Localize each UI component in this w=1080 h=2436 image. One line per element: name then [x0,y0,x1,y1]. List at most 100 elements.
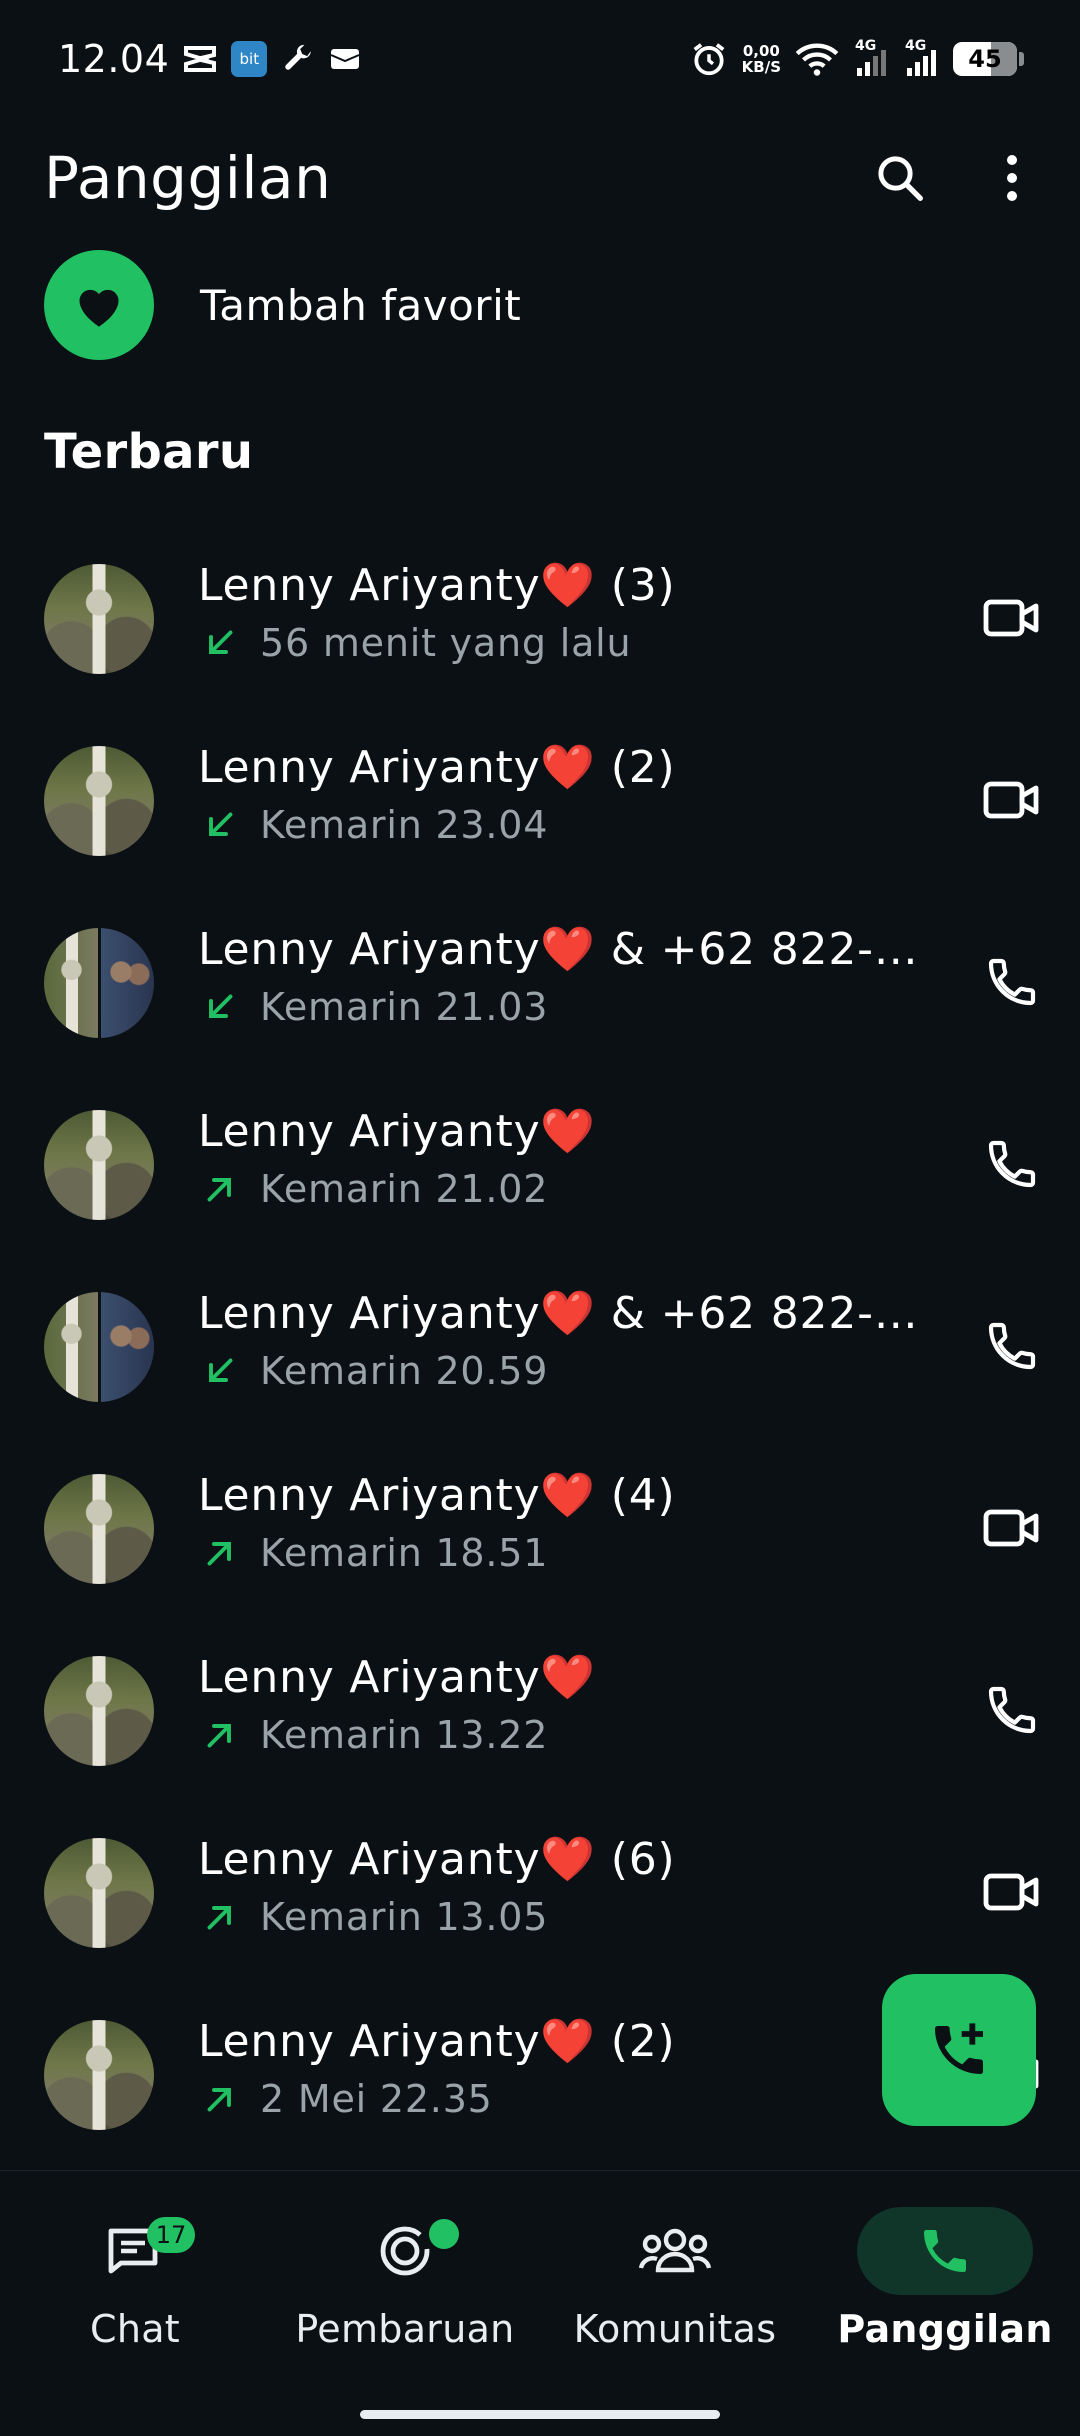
call-name-suffix: (3) [596,560,676,611]
search-button[interactable] [864,142,936,214]
call-row[interactable]: Lenny Ariyanty❤️ (6) Kemarin 13.05 [0,1802,1080,1984]
communities-icon [638,2228,712,2273]
wifi-icon [795,41,839,77]
signal-sim1-icon: 4G [853,38,889,78]
voice-call-button[interactable] [972,1306,1052,1386]
add-favorite-row[interactable]: Tambah favorit [44,250,521,360]
capcut-icon [183,44,217,74]
status-time: 12.04 [58,37,170,81]
call-contact-name: Lenny Ariyanty❤️ & +62 822-8... [198,922,918,978]
call-row[interactable]: Lenny Ariyanty❤️ & +62 822-8... Kemarin 2… [0,892,1080,1074]
updates-icon [380,2226,430,2276]
page-title: Panggilan [44,144,332,212]
contact-avatar[interactable] [44,1474,154,1584]
video-call-button[interactable] [972,578,1052,658]
group-avatar[interactable] [44,928,154,1038]
heart-icon [79,289,119,327]
call-text: Lenny Ariyanty❤️ (3) 56 menit yang lalu [198,558,918,668]
call-name-suffix: (2) [596,742,676,793]
nav-chat[interactable]: 17 Chat [0,2171,270,2371]
incoming-arrow-icon [198,803,242,847]
add-favorite-label: Tambah favorit [200,280,522,330]
more-options-button[interactable] [976,142,1048,214]
call-contact-name: Lenny Ariyanty❤️ (2) [198,2014,918,2070]
header-actions [864,142,1048,214]
call-meta: Kemarin 23.04 [198,800,918,850]
call-meta: Kemarin 13.05 [198,1892,918,1942]
red-heart-emoji: ❤️ [540,1834,596,1885]
call-name-suffix: (2) [596,2016,676,2067]
contact-name: Lenny Ariyanty [198,1652,541,1703]
contact-name: Lenny Ariyanty [198,1288,541,1339]
video-call-icon [983,1509,1039,1547]
red-heart-emoji: ❤️ [540,1652,596,1703]
call-time: Kemarin 21.03 [260,985,549,1029]
call-contact-name: Lenny Ariyanty❤️ (3) [198,558,918,614]
contact-avatar[interactable] [44,1110,154,1220]
status-bar-left: 12.04 bit [58,37,361,81]
call-row[interactable]: Lenny Ariyanty❤️ (2) Kemarin 23.04 [0,710,1080,892]
call-contact-name: Lenny Ariyanty❤️ [198,1104,918,1160]
contact-name: Lenny Ariyanty [198,742,541,793]
incoming-arrow-icon [198,985,242,1029]
favorite-avatar [44,250,154,360]
search-icon [878,156,923,201]
add-call-icon [935,2023,983,2074]
nav-updates[interactable]: Pembaruan [270,2171,540,2371]
contact-name: Lenny Ariyanty [198,1834,541,1885]
app-header: Panggilan [0,118,1080,238]
call-contact-name: Lenny Ariyanty❤️ (6) [198,1832,918,1888]
video-call-icon [983,599,1039,637]
group-avatar[interactable] [44,1292,154,1402]
status-bar-right: 0,00 KB/S 4G 4G 45 [690,38,1024,78]
call-contact-name: Lenny Ariyanty❤️ (2) [198,740,918,796]
call-row[interactable]: Lenny Ariyanty❤️ Kemarin 13.22 [0,1620,1080,1802]
call-time: Kemarin 21.02 [260,1167,549,1211]
call-text: Lenny Ariyanty❤️ & +62 822-8... Kemarin 2… [198,922,918,1032]
nav-communities[interactable]: Komunitas [540,2171,810,2371]
call-row[interactable]: Lenny Ariyanty❤️ (3) 56 menit yang lalu [0,528,1080,710]
video-call-button[interactable] [972,1852,1052,1932]
call-row[interactable]: Lenny Ariyanty❤️ Kemarin 21.02 [0,1074,1080,1256]
message-notification-icon [329,45,361,73]
call-name-suffix: & +62 822-8... [596,1288,918,1339]
video-call-icon [983,781,1039,819]
voice-call-button[interactable] [972,942,1052,1022]
call-time: Kemarin 23.04 [260,803,549,847]
nav-calls[interactable]: Panggilan [810,2171,1080,2371]
call-time: 2 Mei 22.35 [260,2077,493,2121]
contact-avatar[interactable] [44,1656,154,1766]
voice-call-icon [988,1322,1036,1370]
call-text: Lenny Ariyanty❤️ (4) Kemarin 18.51 [198,1468,918,1578]
call-contact-name: Lenny Ariyanty❤️ & +62 822-8... [198,1286,918,1342]
contact-name: Lenny Ariyanty [198,560,541,611]
contact-avatar[interactable] [44,2020,154,2130]
call-time: Kemarin 13.05 [260,1895,549,1939]
new-call-button[interactable] [882,1974,1036,2126]
contact-name: Lenny Ariyanty [198,2016,541,2067]
alarm-icon [690,40,728,78]
home-indicator[interactable] [360,2410,720,2419]
voice-call-button[interactable] [972,1124,1052,1204]
call-name-suffix: & +62 822-8... [596,924,918,975]
nav-calls-label: Panggilan [837,2307,1053,2351]
red-heart-emoji: ❤️ [540,924,596,975]
bitdefender-icon: bit [231,41,268,77]
call-text: Lenny Ariyanty❤️ Kemarin 13.22 [198,1650,918,1760]
contact-avatar[interactable] [44,564,154,674]
outgoing-arrow-icon [198,1895,242,1939]
phone-icon [924,2230,966,2272]
call-row[interactable]: Lenny Ariyanty❤️ & +62 822-8... Kemarin 2… [0,1256,1080,1438]
call-row[interactable]: Lenny Ariyanty❤️ (4) Kemarin 18.51 [0,1438,1080,1620]
battery-icon: 45 [953,42,1017,76]
call-time: Kemarin 13.22 [260,1713,549,1757]
contact-avatar[interactable] [44,1838,154,1948]
call-time: Kemarin 20.59 [260,1349,549,1393]
voice-call-button[interactable] [972,1670,1052,1750]
contact-avatar[interactable] [44,746,154,856]
video-call-button[interactable] [972,760,1052,840]
call-meta: Kemarin 18.51 [198,1528,918,1578]
call-name-suffix: (6) [596,1834,676,1885]
video-call-button[interactable] [972,1488,1052,1568]
contact-name: Lenny Ariyanty [198,1106,541,1157]
